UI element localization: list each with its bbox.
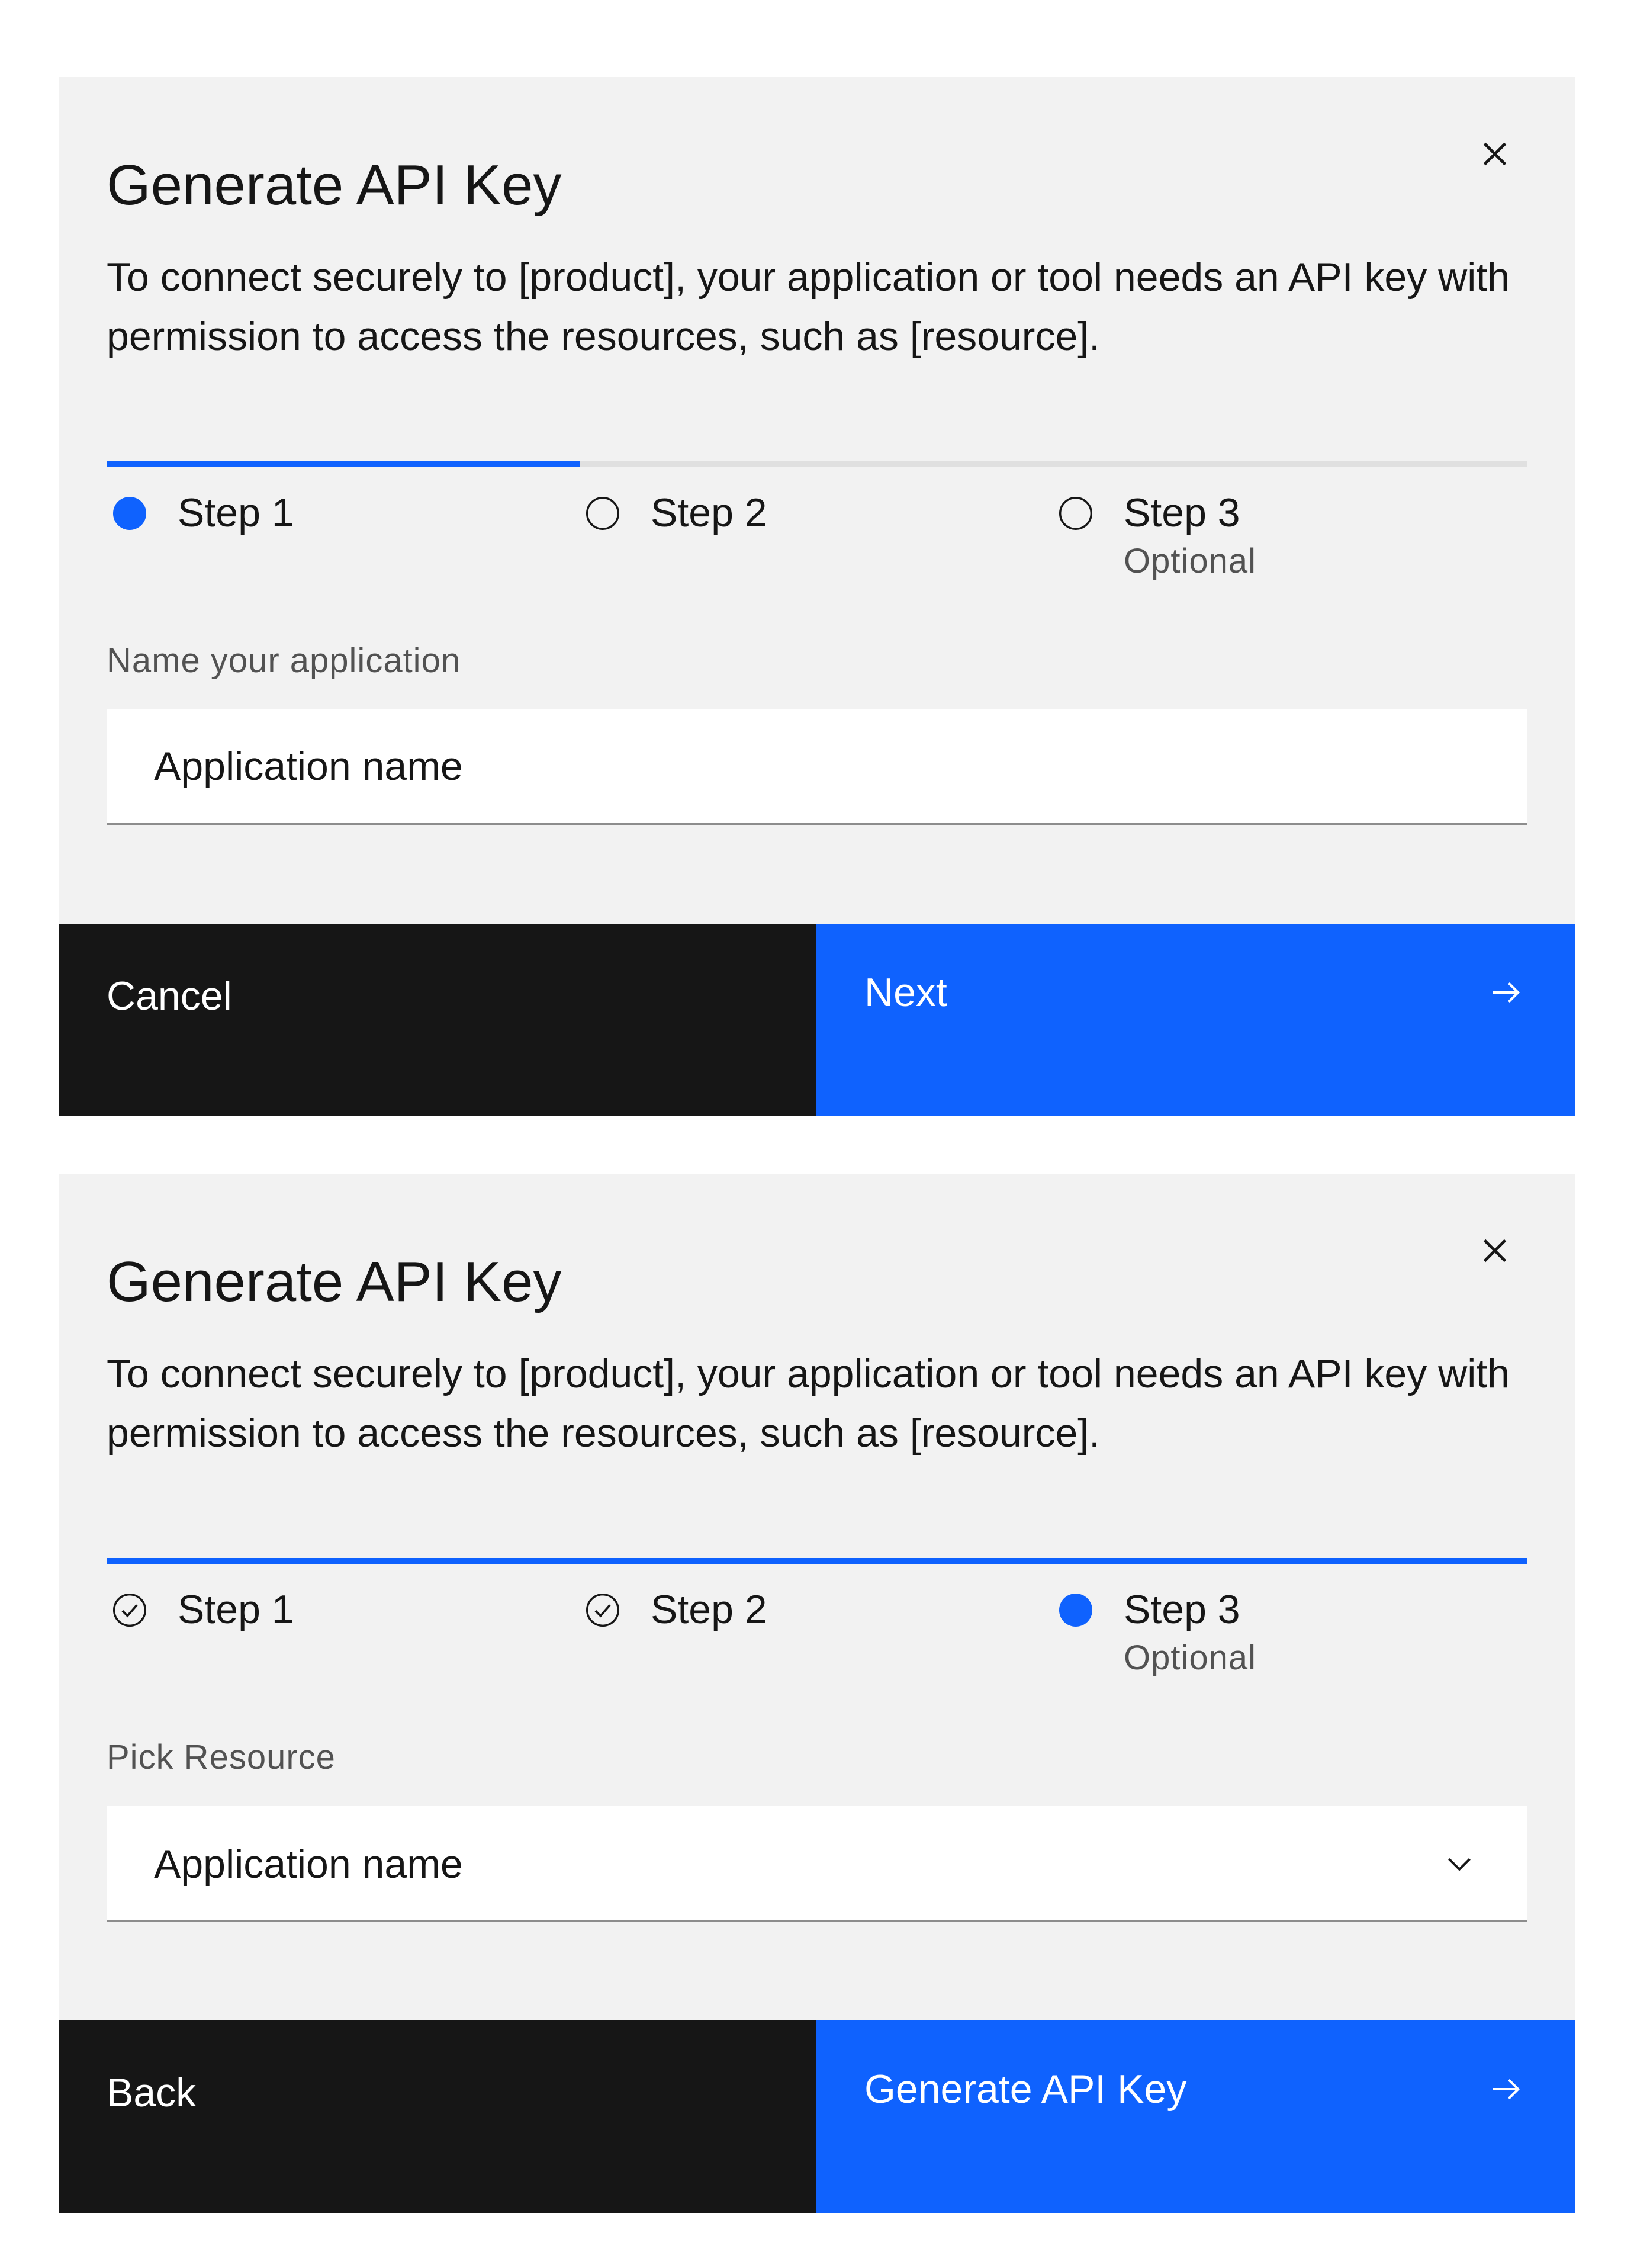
modal-description: To connect securely to [product], your a… bbox=[107, 255, 1510, 359]
step-label: Step 3 bbox=[1124, 1587, 1240, 1632]
filled-circle-icon bbox=[107, 490, 153, 537]
progress-indicator bbox=[107, 461, 1527, 516]
pick-resource-dropdown[interactable]: Application name bbox=[107, 1806, 1527, 1922]
modal-title: Generate API Key bbox=[107, 153, 562, 217]
step-label: Step 2 bbox=[651, 490, 767, 535]
chevron-down-icon bbox=[1439, 1843, 1480, 1885]
progress-indicator bbox=[107, 1558, 1527, 1612]
field-label: Pick Resource bbox=[107, 1738, 336, 1777]
modal-footer: Back Generate API Key bbox=[59, 2020, 1575, 2213]
cancel-button[interactable]: Cancel bbox=[59, 924, 816, 1116]
application-name-input[interactable] bbox=[107, 709, 1527, 825]
generate-api-key-modal-step-3: Generate API Key To connect securely to … bbox=[59, 1174, 1575, 2213]
filled-circle-icon bbox=[1053, 1587, 1099, 1633]
step-optional-label: Optional bbox=[1124, 1639, 1257, 1677]
close-icon bbox=[1483, 142, 1507, 166]
cancel-button-label: Cancel bbox=[107, 974, 232, 1019]
close-button[interactable] bbox=[1474, 1230, 1516, 1271]
field-label: Name your application bbox=[107, 641, 461, 680]
arrow-right-icon bbox=[1485, 2068, 1527, 2110]
step-label: Step 3 bbox=[1124, 490, 1240, 535]
modal-description: To connect securely to [product], your a… bbox=[107, 1351, 1510, 1456]
step-label: Step 2 bbox=[651, 1587, 767, 1632]
progress-fill bbox=[107, 1558, 1527, 1564]
checkmark-circle-icon bbox=[580, 1587, 626, 1633]
arrow-right-icon bbox=[1485, 971, 1527, 1014]
close-button[interactable] bbox=[1474, 133, 1516, 175]
dropdown-selected-value: Application name bbox=[154, 1842, 463, 1887]
modal-title: Generate API Key bbox=[107, 1250, 562, 1313]
generate-api-key-button-label: Generate API Key bbox=[864, 2067, 1187, 2112]
checkmark-circle-icon bbox=[107, 1587, 153, 1633]
back-button-label: Back bbox=[107, 2070, 197, 2115]
next-button-label: Next bbox=[864, 970, 947, 1015]
next-button[interactable]: Next bbox=[816, 924, 1575, 1116]
step-optional-label: Optional bbox=[1124, 542, 1257, 580]
step-label: Step 1 bbox=[178, 490, 294, 535]
progress-fill bbox=[107, 461, 580, 467]
modal-footer: Cancel Next bbox=[59, 924, 1575, 1116]
step-label: Step 1 bbox=[178, 1587, 294, 1632]
generate-api-key-button[interactable]: Generate API Key bbox=[816, 2020, 1575, 2213]
empty-circle-icon bbox=[580, 490, 626, 537]
empty-circle-icon bbox=[1053, 490, 1099, 537]
close-icon bbox=[1483, 1239, 1507, 1263]
back-button[interactable]: Back bbox=[59, 2020, 816, 2213]
generate-api-key-modal-step-1: Generate API Key To connect securely to … bbox=[59, 77, 1575, 1116]
